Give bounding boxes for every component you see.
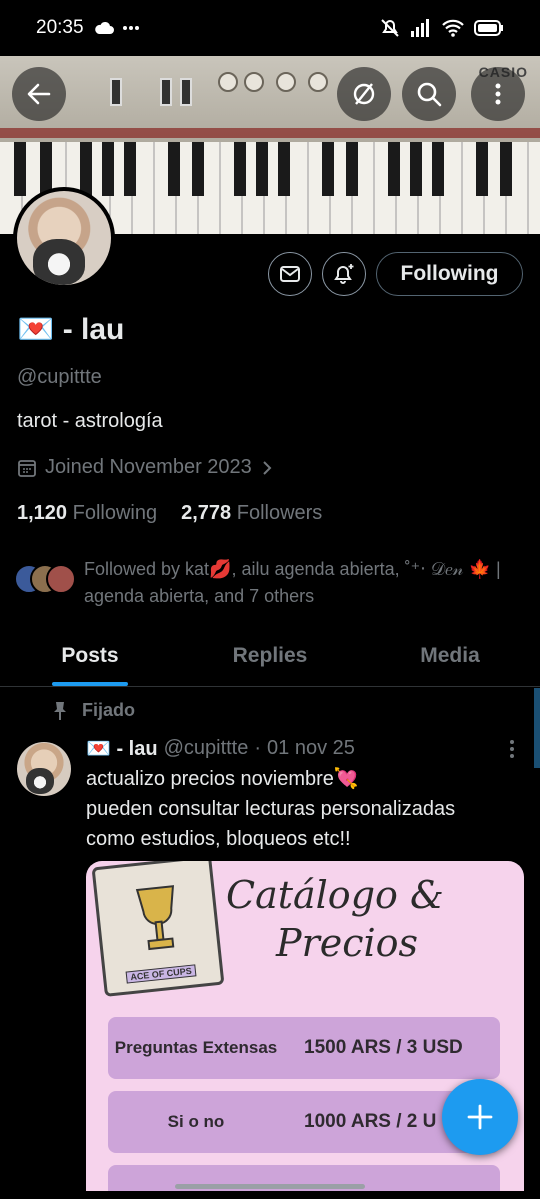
chevron-right-icon [263, 460, 272, 475]
followed-by[interactable]: Followed by kat💋, ailu agenda abierta, ˚… [14, 558, 524, 610]
more-vertical-icon [495, 83, 501, 105]
catalog-title-line1: Catálogo & [226, 873, 444, 917]
notify-button[interactable] [322, 252, 366, 296]
post-text: actualizo precios noviembre💘 pueden cons… [86, 768, 456, 850]
price-row-value: 1000 ARS / 2 U [304, 1111, 437, 1132]
post-date: 01 nov 25 [267, 737, 355, 759]
status-time: 20:35 [36, 17, 84, 38]
cloud-icon [94, 21, 114, 34]
hide-button[interactable] [337, 67, 391, 121]
arrow-left-icon [27, 83, 51, 105]
followers-stat[interactable]: 2,778 Followers [181, 502, 322, 525]
wifi-icon [442, 19, 464, 37]
message-button[interactable] [268, 252, 312, 296]
following-label: Following [72, 502, 158, 524]
mute-icon [381, 19, 399, 37]
more-options-button[interactable] [471, 67, 525, 121]
joined-text: Joined November 2023 [45, 456, 252, 478]
following-button[interactable]: Following [376, 252, 523, 296]
catalog-title-line2: Precios [276, 921, 419, 965]
more-vertical-icon [510, 740, 514, 758]
following-count: 1,120 [17, 502, 68, 524]
pin-icon [54, 701, 66, 720]
compose-button[interactable] [442, 1079, 518, 1155]
home-indicator[interactable] [175, 1184, 365, 1189]
tab-media[interactable]: Media [360, 630, 540, 686]
tarot-card-image: ACE OF CUPS [91, 861, 225, 997]
followers-count: 2,778 [181, 502, 232, 524]
profile-stats: 1,120 Following 2,778 Followers [17, 502, 322, 525]
followers-label: Followers [236, 502, 323, 524]
search-button[interactable] [402, 67, 456, 121]
joined-date[interactable]: Joined November 2023 [17, 456, 274, 479]
post-separator: · [254, 737, 262, 759]
avatar [46, 564, 76, 594]
following-stat[interactable]: 1,120 Following [17, 502, 157, 525]
price-row-value: 1500 ARS / 3 USD [304, 1037, 463, 1058]
profile-avatar[interactable] [13, 187, 115, 289]
price-row-label: Preguntas Extensas [114, 1038, 278, 1057]
post-header: 💌 - lau @cupittte · 01 nov 25 [86, 736, 355, 761]
plus-icon [467, 1104, 493, 1130]
profile-bio: tarot - astrología [17, 410, 163, 432]
price-row: Preguntas Extensas 1500 ARS / 3 USD [108, 1017, 500, 1079]
tarot-card-label: ACE OF CUPS [125, 964, 197, 984]
mail-icon [280, 266, 300, 282]
cup-icon [135, 885, 175, 951]
bell-plus-icon [334, 264, 354, 284]
back-button[interactable] [12, 67, 66, 121]
price-row: Si o no 1000 ARS / 2 U [108, 1091, 500, 1153]
post-handle: @cupittte [163, 737, 249, 759]
post-avatar[interactable] [17, 742, 71, 796]
followers-you-know-avatars [14, 558, 84, 594]
more-notifications-icon [122, 26, 139, 30]
profile-handle: @cupittte [17, 366, 102, 388]
tab-posts[interactable]: Posts [0, 630, 180, 686]
status-bar: 20:35 [0, 0, 540, 56]
search-icon [417, 82, 442, 107]
display-name: 💌 - lau [17, 313, 125, 346]
post-more-button[interactable] [506, 738, 518, 765]
eye-off-icon [353, 83, 375, 105]
scrollbar[interactable] [534, 688, 540, 768]
post-author[interactable]: 💌 - lau [86, 736, 158, 761]
tab-replies[interactable]: Replies [180, 630, 360, 686]
pinned-label: Fijado [52, 700, 135, 721]
calendar-icon [18, 459, 36, 477]
signal-icon [411, 19, 429, 37]
battery-icon [474, 20, 503, 36]
profile-tabs: Posts Replies Media [0, 630, 540, 687]
price-row-label: Si o no [167, 1112, 225, 1131]
followed-by-text: Followed by kat💋, ailu agenda abierta, ˚… [84, 559, 501, 606]
active-tab-indicator [52, 682, 128, 686]
